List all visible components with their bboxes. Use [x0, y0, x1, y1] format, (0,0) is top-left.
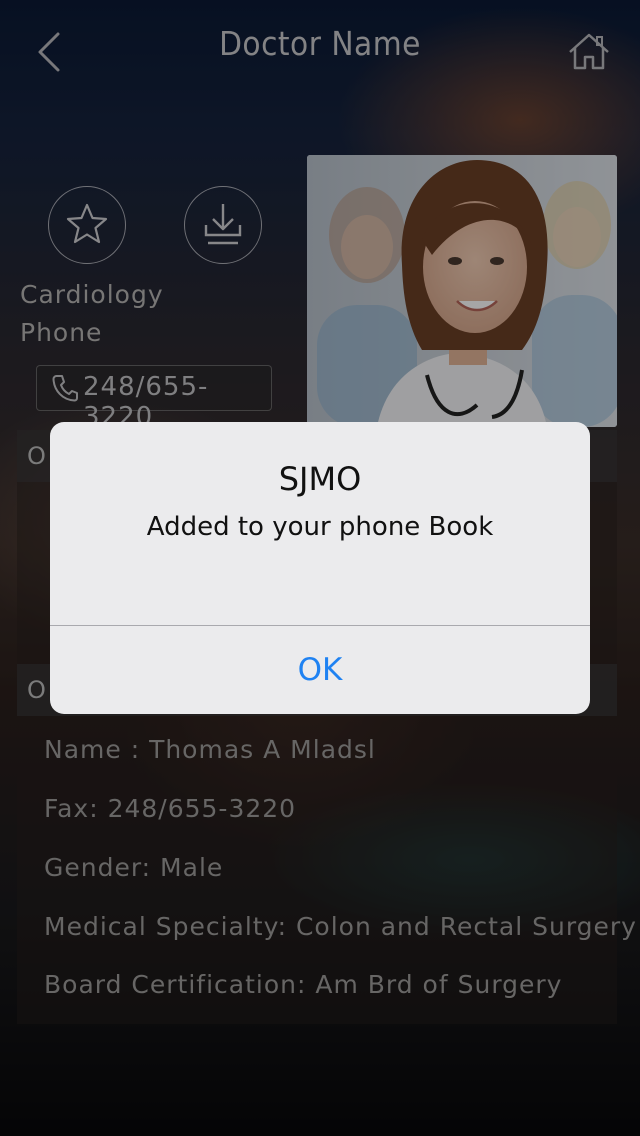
alert-message: Added to your phone Book	[146, 512, 494, 542]
alert-title: SJMO	[278, 460, 362, 498]
alert-dialog: SJMO Added to your phone Book OK	[50, 422, 590, 714]
ok-button[interactable]: OK	[50, 626, 590, 714]
